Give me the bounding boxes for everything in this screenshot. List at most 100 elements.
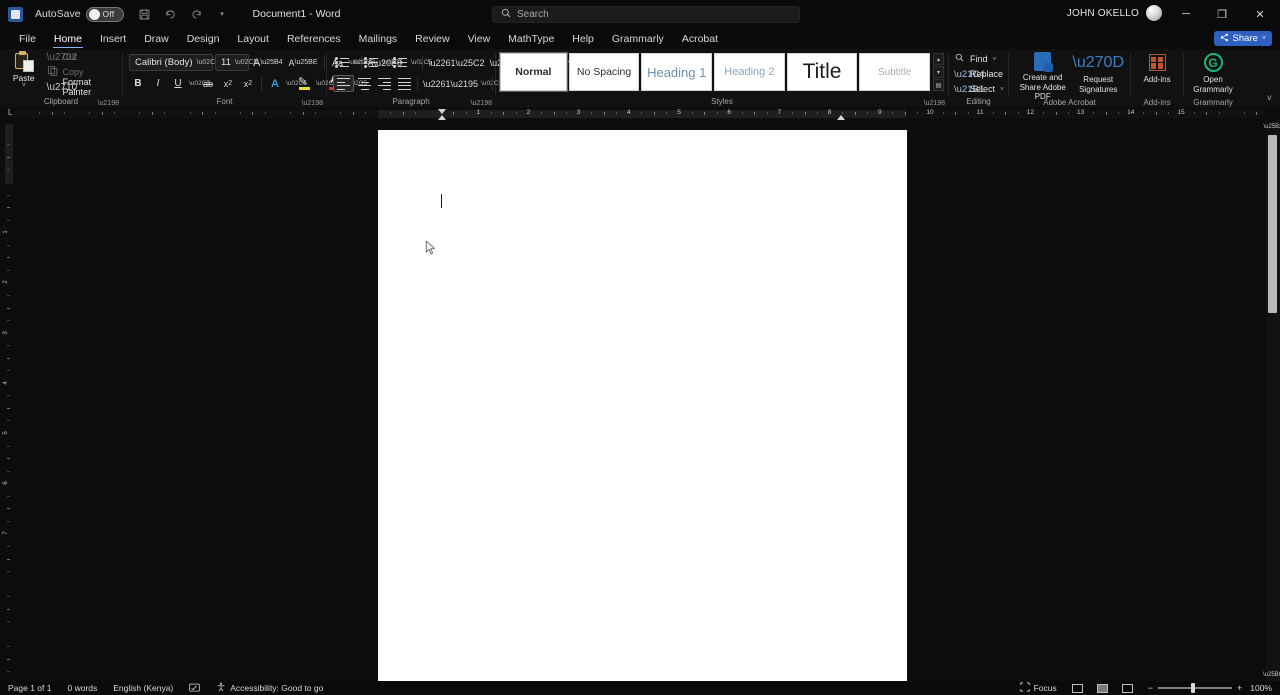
style-heading-1[interactable]: Heading 1 xyxy=(641,53,713,91)
chevron-down-icon[interactable]: \u02C5 xyxy=(286,80,307,87)
print-layout-button[interactable] xyxy=(1094,682,1111,694)
vertical-scrollbar[interactable]: \u25B2 \u25BC xyxy=(1263,121,1280,681)
select-button[interactable]: \u21B1 Select ˅ xyxy=(951,82,1007,96)
web-layout-button[interactable] xyxy=(1119,682,1136,694)
subscript-button[interactable]: x2 xyxy=(219,75,237,92)
scrollbar-thumb[interactable] xyxy=(1268,135,1277,313)
page-number-status[interactable]: Page 1 of 1 xyxy=(0,683,59,693)
chevron-down-icon[interactable]: ˅ xyxy=(1000,86,1004,93)
chevron-down-icon[interactable]: \u02C5 xyxy=(481,80,502,87)
chevron-down-icon[interactable]: \u02C5 xyxy=(382,59,403,66)
zoom-thumb[interactable] xyxy=(1190,683,1195,694)
tab-layout[interactable]: Layout xyxy=(228,28,278,49)
read-mode-button[interactable] xyxy=(1069,682,1086,694)
chevron-down-icon[interactable]: \u02C5 xyxy=(411,59,432,66)
chevron-down-icon[interactable]: \u02C5 xyxy=(353,59,374,66)
style-normal[interactable]: Normal xyxy=(499,52,568,92)
scroll-down-icon[interactable]: \u25BC xyxy=(1263,669,1280,681)
align-center-button[interactable] xyxy=(355,75,374,92)
restore-button[interactable]: ❐ xyxy=(1204,0,1240,28)
cut-button[interactable]: \u2702 Cut xyxy=(44,50,116,64)
document-page[interactable] xyxy=(378,130,907,681)
bullets-button[interactable] xyxy=(333,54,352,71)
font-size-combo[interactable]: 11 \u02C5 xyxy=(215,54,257,71)
align-right-button[interactable] xyxy=(375,75,394,92)
redo-icon[interactable] xyxy=(188,6,205,23)
tab-file[interactable]: File xyxy=(10,28,45,49)
align-left-button[interactable] xyxy=(333,75,354,92)
strikethrough-button[interactable]: ab xyxy=(199,75,217,92)
language-status[interactable]: English (Kenya) xyxy=(105,683,181,693)
share-button[interactable]: Share ˅ xyxy=(1213,31,1272,46)
bold-button[interactable]: B xyxy=(129,75,147,92)
multilevel-list-button[interactable] xyxy=(391,54,410,71)
tab-grammarly[interactable]: Grammarly xyxy=(603,28,673,49)
tab-help[interactable]: Help xyxy=(563,28,603,49)
vertical-ruler[interactable]: 1234567 xyxy=(2,124,15,679)
style-heading-2[interactable]: Heading 2 xyxy=(714,53,785,91)
clipboard-dialog-launcher[interactable]: \u2198 xyxy=(98,100,119,107)
tab-review[interactable]: Review xyxy=(406,28,458,49)
tab-home[interactable]: Home xyxy=(45,28,91,49)
style-subtitle[interactable]: Subtitle xyxy=(859,53,931,91)
accessibility-status[interactable]: Accessibility: Good to go xyxy=(208,682,331,694)
chevron-down-icon[interactable]: ˅ xyxy=(993,56,997,63)
style-no-spacing[interactable]: No Spacing xyxy=(568,53,640,91)
document-canvas[interactable] xyxy=(15,121,1264,681)
customize-quick-access-toolbar-icon[interactable]: ▾ xyxy=(214,6,231,23)
tab-view[interactable]: View xyxy=(459,28,500,49)
tab-references[interactable]: References xyxy=(278,28,350,49)
undo-icon[interactable] xyxy=(162,6,179,23)
paragraph-dialog-launcher[interactable]: \u2198 xyxy=(471,100,492,107)
first-line-indent-marker[interactable] xyxy=(438,109,446,114)
search-input[interactable] xyxy=(517,9,791,20)
underline-button[interactable]: U xyxy=(169,75,187,92)
zoom-level-label[interactable]: 100% xyxy=(1250,683,1280,693)
zoom-track[interactable] xyxy=(1157,683,1232,694)
proofing-icon[interactable] xyxy=(181,683,208,693)
styles-dialog-launcher[interactable]: \u2198 xyxy=(924,100,945,107)
chevron-down-icon[interactable]: \u02C5 xyxy=(189,80,210,87)
autosave-toggle[interactable]: Off xyxy=(85,6,124,22)
italic-button[interactable]: I xyxy=(149,75,167,92)
create-and-share-adobe-pdf-button[interactable]: Create and Share Adobe PDF xyxy=(1015,49,1070,101)
shrink-font-button[interactable]: A \u25BE xyxy=(287,54,320,71)
styles-scroll-up-button[interactable]: ▴ xyxy=(933,53,945,65)
horizontal-ruler[interactable]: 1 2 3 4 5 6 7 8 9 10 11 12 13 14 15 xyxy=(14,107,1264,121)
line-spacing-button[interactable]: \u2261\u2195 xyxy=(421,75,480,92)
font-dialog-launcher[interactable]: \u2198 xyxy=(302,100,323,107)
tab-mailings[interactable]: Mailings xyxy=(350,28,407,49)
text-effects-button[interactable]: A xyxy=(266,75,284,92)
hanging-indent-marker[interactable] xyxy=(438,115,446,120)
styles-scroll-down-button[interactable]: ▾ xyxy=(933,66,945,78)
search-box[interactable] xyxy=(492,6,800,23)
save-icon[interactable] xyxy=(136,6,153,23)
close-button[interactable]: ✕ xyxy=(1240,0,1280,28)
avatar[interactable] xyxy=(1146,5,1162,21)
paste-button[interactable]: Paste ˅ xyxy=(6,49,42,95)
style-title[interactable]: Title xyxy=(786,53,858,91)
zoom-out-button[interactable]: − xyxy=(1148,683,1153,693)
tab-design[interactable]: Design xyxy=(178,28,229,49)
open-grammarly-button[interactable]: G Open Grammarly xyxy=(1190,49,1236,97)
grow-font-button[interactable]: A \u25B4 xyxy=(251,54,285,71)
find-button[interactable]: Find ˅ xyxy=(951,52,1007,66)
decrease-indent-button[interactable]: \u2261\u25C2 xyxy=(426,54,487,71)
collapse-ribbon-button[interactable]: ˅ xyxy=(1267,93,1272,103)
tab-draw[interactable]: Draw xyxy=(135,28,178,49)
minimize-button[interactable]: ─ xyxy=(1168,0,1204,28)
zoom-in-button[interactable]: + xyxy=(1237,683,1242,693)
zoom-slider[interactable]: − + xyxy=(1148,683,1242,694)
replace-button[interactable]: \u21C4 Replace xyxy=(951,67,1007,81)
chevron-down-icon[interactable]: \u02C5 xyxy=(316,80,337,87)
format-painter-button[interactable]: \u2710 Format Painter xyxy=(44,77,116,97)
tab-mathtype[interactable]: MathType xyxy=(499,28,563,49)
autosave-control[interactable]: AutoSave Off xyxy=(35,6,124,22)
focus-button[interactable]: Focus xyxy=(1012,682,1065,694)
add-ins-button[interactable]: Add-ins xyxy=(1137,49,1177,97)
superscript-button[interactable]: x2 xyxy=(239,75,257,92)
share-dropdown-caret[interactable]: ˅ xyxy=(1262,35,1266,42)
user-account-area[interactable]: JOHN OKELLO xyxy=(1067,5,1162,21)
word-count-status[interactable]: 0 words xyxy=(59,683,105,693)
styles-more-button[interactable]: ▤ xyxy=(933,79,945,91)
